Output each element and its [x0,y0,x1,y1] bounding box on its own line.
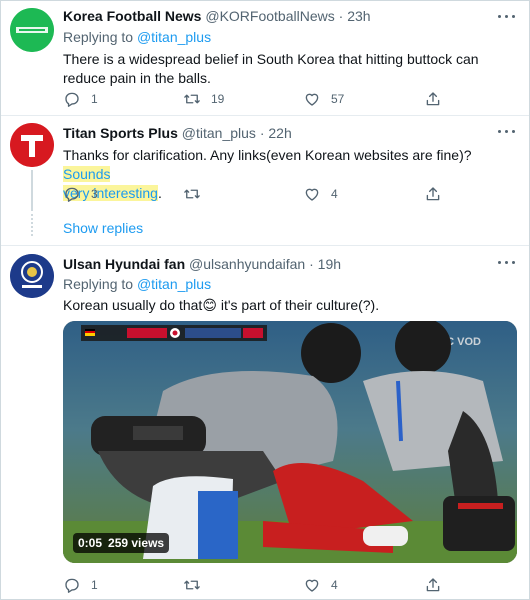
like-button[interactable]: 4 [303,575,338,595]
tweet-text-line: There is a widespread belief in South Ko… [63,51,479,67]
tweet-text: There is a widespread belief in South Ko… [63,50,521,88]
tweet-text: Korean usually do that😊 it's part of the… [63,296,521,315]
action-bar: 1 4 [63,575,463,595]
like-button[interactable]: 57 [303,89,344,109]
tweet-korea-football-news[interactable]: Korea Football News @KORFootballNews · 2… [1,1,529,115]
video-duration-badge: 0:05 259 views [73,533,170,553]
heart-icon [305,93,319,106]
more-icon[interactable] [497,259,517,267]
video-player[interactable]: MBC VOD 0:05 259 views [63,321,517,563]
tweet-text-after: it's part of their culture(?). [216,297,380,313]
action-bar: 3 4 [63,184,463,204]
action-bar: 1 19 57 [63,89,463,109]
replying-to-label: Replying to [63,29,134,45]
tweet-header: Korea Football News @KORFootballNews · 2… [63,7,521,25]
tweet-text-before: Korean usually do that [63,297,203,313]
reply-count: 1 [91,92,98,106]
tweet-text-plain: Thanks for clarification. Any links(even… [63,147,472,163]
tweet-thread: Korea Football News @KORFootballNews · 2… [0,0,530,600]
share-button[interactable] [424,184,442,204]
retweet-button[interactable] [183,575,211,595]
separator-dot: · [309,256,314,272]
more-icon[interactable] [497,13,517,21]
show-replies-link[interactable]: Show replies [63,220,143,236]
thread-line-dotted [31,214,33,236]
user-handle[interactable]: @titan_plus [182,125,256,141]
reply-count: 3 [91,187,98,201]
more-icon[interactable] [497,128,517,136]
avatar[interactable] [10,254,54,298]
tweet-header: Ulsan Hyundai fan @ulsanhyundaifan · 19h [63,255,521,273]
reply-count: 1 [91,578,98,592]
separator-dot: · [338,8,344,24]
thread-line [31,170,33,211]
share-icon [426,187,440,201]
heart-icon [305,579,319,592]
retweet-button[interactable]: 19 [183,89,224,109]
titan-sports-logo-icon [10,123,54,167]
tweet-header: Titan Sports Plus @titan_plus · 22h [63,124,521,142]
reply-button[interactable]: 1 [63,89,98,109]
separator-dot: · [259,125,265,141]
reply-button[interactable]: 1 [63,575,98,595]
retweet-icon [184,580,200,590]
tweet-text-line: reduce pain in the balls. [63,70,211,86]
korea-football-news-logo-icon [10,8,54,52]
like-count: 57 [331,92,345,106]
highlighted-text: Sounds [63,166,111,182]
timestamp[interactable]: 19h [318,256,341,272]
retweet-icon [184,189,200,199]
share-button[interactable] [424,575,442,595]
display-name[interactable]: Korea Football News [63,8,201,24]
timestamp[interactable]: 23h [347,8,370,24]
share-icon [426,92,440,106]
replying-to: Replying to @titan_plus [63,274,521,294]
video-duration: 0:05 [78,536,103,550]
replying-to: Replying to @titan_plus [63,27,521,47]
replying-to-label: Replying to [63,276,134,292]
share-icon [426,578,440,592]
avatar[interactable] [10,123,54,167]
mention-link[interactable]: @titan_plus [137,276,211,292]
retweet-count: 19 [211,92,225,106]
share-button[interactable] [424,89,442,109]
reply-icon [65,92,79,107]
reply-icon [65,187,79,202]
retweet-button[interactable] [183,184,211,204]
timestamp[interactable]: 22h [268,125,291,141]
mention-link[interactable]: @titan_plus [137,29,211,45]
reply-button[interactable]: 3 [63,184,98,204]
like-button[interactable]: 4 [303,184,338,204]
tweet-titan-sports-plus[interactable]: Titan Sports Plus @titan_plus · 22h Than… [1,116,529,211]
video-frame-image: MBC VOD [63,321,517,563]
reply-icon [65,578,79,593]
smiling-face-emoji: 😊 [202,297,217,313]
video-views: 259 views [108,536,165,550]
user-handle[interactable]: @ulsanhyundaifan [189,256,305,272]
like-count: 4 [331,578,338,592]
display-name[interactable]: Ulsan Hyundai fan [63,256,185,272]
user-handle[interactable]: @KORFootballNews [205,8,334,24]
like-count: 4 [331,187,338,201]
display-name[interactable]: Titan Sports Plus [63,125,178,141]
avatar[interactable] [10,8,54,52]
k-league-logo-icon [10,254,54,298]
heart-icon [305,188,319,201]
retweet-icon [184,94,200,104]
